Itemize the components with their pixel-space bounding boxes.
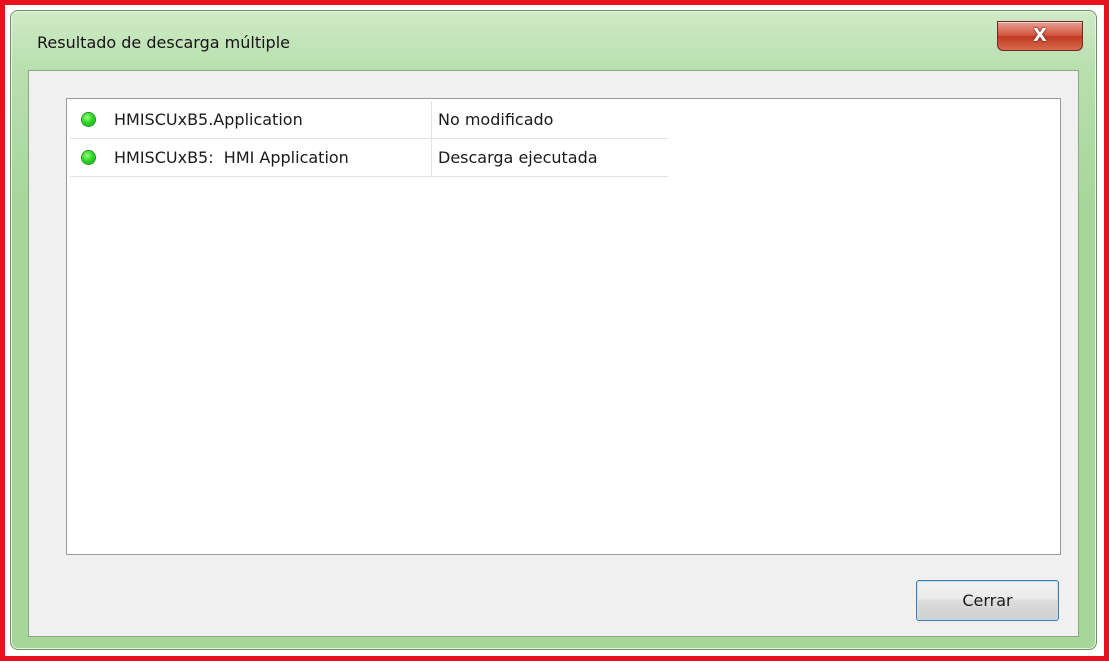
results-list[interactable]: HMISCUxB5.Application No modificado HMIS…	[66, 98, 1061, 555]
green-status-icon	[82, 151, 95, 164]
dialog-window: Resultado de descarga múltiple X HMISCUx…	[10, 10, 1097, 650]
download-status: Descarga ejecutada	[438, 148, 598, 167]
result-row[interactable]: HMISCUxB5.Application No modificado	[70, 101, 668, 139]
close-icon: X	[1033, 25, 1047, 46]
window-close-button[interactable]: X	[997, 21, 1083, 51]
window-title: Resultado de descarga múltiple	[37, 33, 290, 52]
download-status: No modificado	[438, 110, 554, 129]
application-name: HMISCUxB5: HMI Application	[114, 148, 349, 167]
green-status-icon	[82, 113, 95, 126]
result-row[interactable]: HMISCUxB5: HMI Application Descarga ejec…	[70, 139, 668, 177]
close-button[interactable]: Cerrar	[916, 580, 1059, 621]
application-name: HMISCUxB5.Application	[114, 110, 303, 129]
dialog-client-area: HMISCUxB5.Application No modificado HMIS…	[28, 70, 1079, 637]
